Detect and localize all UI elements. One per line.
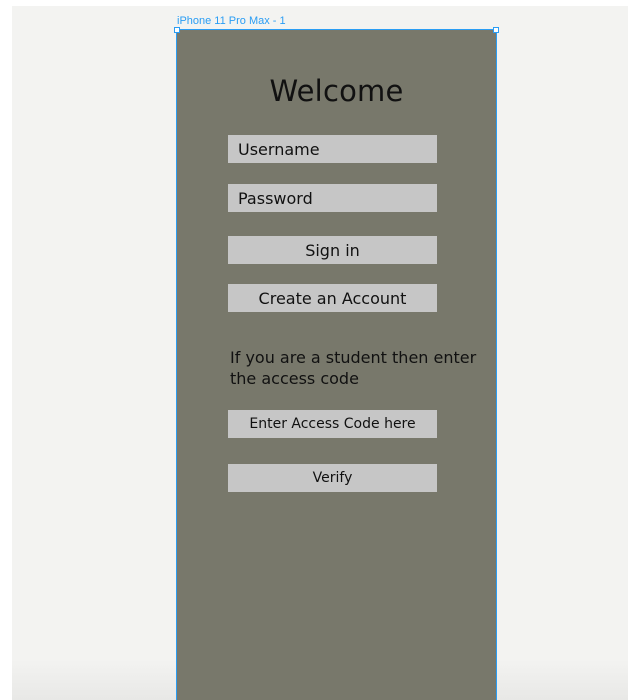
create-account-button[interactable]: Create an Account <box>228 284 437 312</box>
artboard-label[interactable]: iPhone 11 Pro Max - 1 <box>177 15 286 27</box>
selection-handle-top-left[interactable] <box>174 27 180 33</box>
welcome-title: Welcome <box>269 74 404 108</box>
access-code-input[interactable] <box>228 410 437 438</box>
artboard-iphone-11-pro-max[interactable]: Welcome Sign in Create an Account If you… <box>174 27 499 700</box>
student-info-text: If you are a student then enter the acce… <box>230 348 477 388</box>
selection-handle-top-right[interactable] <box>493 27 499 33</box>
sign-in-button[interactable]: Sign in <box>228 236 437 264</box>
password-input[interactable] <box>228 184 437 212</box>
username-input[interactable] <box>228 135 437 163</box>
verify-button[interactable]: Verify <box>228 464 437 492</box>
